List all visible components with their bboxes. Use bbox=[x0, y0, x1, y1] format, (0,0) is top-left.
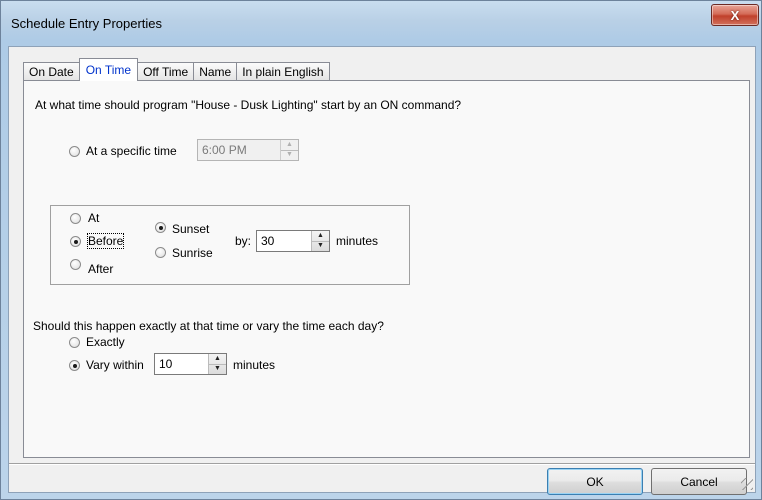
button-bar-divider-highlight bbox=[9, 464, 755, 465]
tab-off-time[interactable]: Off Time bbox=[137, 62, 195, 81]
before-label: Before bbox=[86, 233, 125, 249]
close-icon: X bbox=[730, 7, 740, 23]
tab-on-date[interactable]: On Date bbox=[23, 62, 80, 81]
tab-name[interactable]: Name bbox=[193, 62, 238, 81]
tab-in-plain-english[interactable]: In plain English bbox=[236, 62, 330, 81]
cancel-button[interactable]: Cancel bbox=[651, 468, 747, 495]
vary-minutes-input[interactable]: 10 ▲ ▼ bbox=[154, 353, 227, 375]
vary-within-label: Vary within bbox=[86, 358, 144, 372]
specific-time-label: At a specific time bbox=[86, 144, 177, 158]
ok-button[interactable]: OK bbox=[547, 468, 643, 495]
by-label: by: bbox=[235, 234, 252, 248]
close-button[interactable]: X bbox=[711, 4, 759, 26]
on-time-panel: At what time should program "House - Dus… bbox=[23, 80, 750, 458]
offset-minutes-value: 30 bbox=[261, 234, 275, 248]
vary-within-radio[interactable] bbox=[69, 360, 80, 371]
sunrise-radio[interactable] bbox=[155, 247, 166, 258]
tab-on-time[interactable]: On Time bbox=[78, 58, 139, 81]
vary-minutes-spinner[interactable]: ▲ ▼ bbox=[208, 354, 226, 374]
at-radio[interactable] bbox=[70, 213, 81, 224]
window-title: Schedule Entry Properties bbox=[11, 16, 163, 31]
specific-time-input: 6:00 PM ▲ ▼ bbox=[197, 139, 299, 161]
title-bar[interactable]: Schedule Entry Properties X bbox=[1, 1, 761, 45]
specific-time-spinner: ▲ ▼ bbox=[280, 140, 298, 160]
vary-minutes-value: 10 bbox=[159, 357, 173, 371]
specific-time-radio[interactable] bbox=[69, 146, 80, 157]
exactly-label: Exactly bbox=[86, 335, 125, 349]
spin-down-icon[interactable]: ▼ bbox=[312, 241, 329, 251]
specific-time-value: 6:00 PM bbox=[202, 143, 247, 157]
resize-grip-icon[interactable] bbox=[741, 478, 753, 490]
before-radio[interactable] bbox=[70, 236, 81, 247]
relative-time-group: At Before After Sunset Sunrise by: 30 ▲ … bbox=[50, 205, 410, 285]
offset-minutes-input[interactable]: 30 ▲ ▼ bbox=[256, 230, 330, 252]
exactly-radio[interactable] bbox=[69, 337, 80, 348]
dialog-client-area: On Date On Time Off Time Name In plain E… bbox=[8, 46, 756, 495]
vary-minutes-label: minutes bbox=[233, 358, 276, 372]
sunset-radio[interactable] bbox=[155, 222, 166, 233]
sunset-label: Sunset bbox=[172, 222, 210, 236]
start-time-question: At what time should program "House - Dus… bbox=[35, 98, 462, 112]
at-label: At bbox=[88, 211, 100, 225]
offset-minutes-spinner[interactable]: ▲ ▼ bbox=[311, 231, 329, 251]
after-radio[interactable] bbox=[70, 259, 81, 270]
dialog-window: Schedule Entry Properties X On Date On T… bbox=[0, 0, 762, 500]
spin-down-icon[interactable]: ▼ bbox=[209, 364, 226, 374]
offset-minutes-label: minutes bbox=[336, 234, 379, 248]
tab-strip: On Date On Time Off Time Name In plain E… bbox=[23, 58, 330, 81]
vary-question: Should this happen exactly at that time … bbox=[33, 319, 384, 333]
sunrise-label: Sunrise bbox=[172, 246, 213, 260]
after-label: After bbox=[88, 262, 114, 276]
spin-down-icon: ▼ bbox=[286, 151, 293, 158]
